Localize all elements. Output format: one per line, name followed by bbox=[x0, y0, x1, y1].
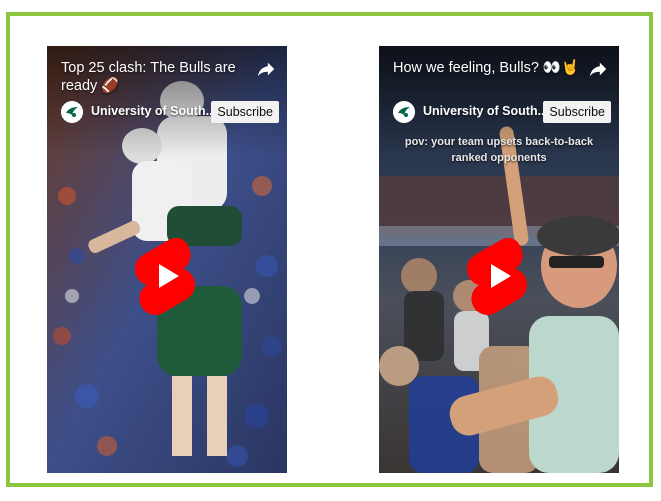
channel-avatar-icon[interactable] bbox=[393, 101, 415, 123]
subscribe-button[interactable]: Subscribe bbox=[211, 101, 279, 123]
short-title[interactable]: How we feeling, Bulls? 👀🤘 bbox=[393, 59, 583, 77]
youtube-shorts-play-icon[interactable] bbox=[133, 236, 199, 316]
share-icon[interactable] bbox=[255, 58, 277, 80]
channel-row: University of South... Subscribe bbox=[61, 101, 283, 123]
channel-name[interactable]: University of South... bbox=[423, 104, 548, 118]
video-overlay-caption: pov: your team upsets back-to-back ranke… bbox=[404, 136, 594, 164]
subscribe-button[interactable]: Subscribe bbox=[543, 101, 611, 123]
short-card-2[interactable]: How we feeling, Bulls? 👀🤘 University of … bbox=[379, 46, 619, 473]
short-card-1[interactable]: Top 25 clash: The Bulls are ready 🏈 Univ… bbox=[47, 46, 287, 473]
short-title[interactable]: Top 25 clash: The Bulls are ready 🏈 bbox=[61, 59, 251, 95]
youtube-shorts-play-icon[interactable] bbox=[465, 236, 531, 316]
channel-name[interactable]: University of South... bbox=[91, 104, 216, 118]
channel-avatar-icon[interactable] bbox=[61, 101, 83, 123]
share-icon[interactable] bbox=[587, 58, 609, 80]
channel-row: University of South... Subscribe bbox=[393, 101, 615, 123]
